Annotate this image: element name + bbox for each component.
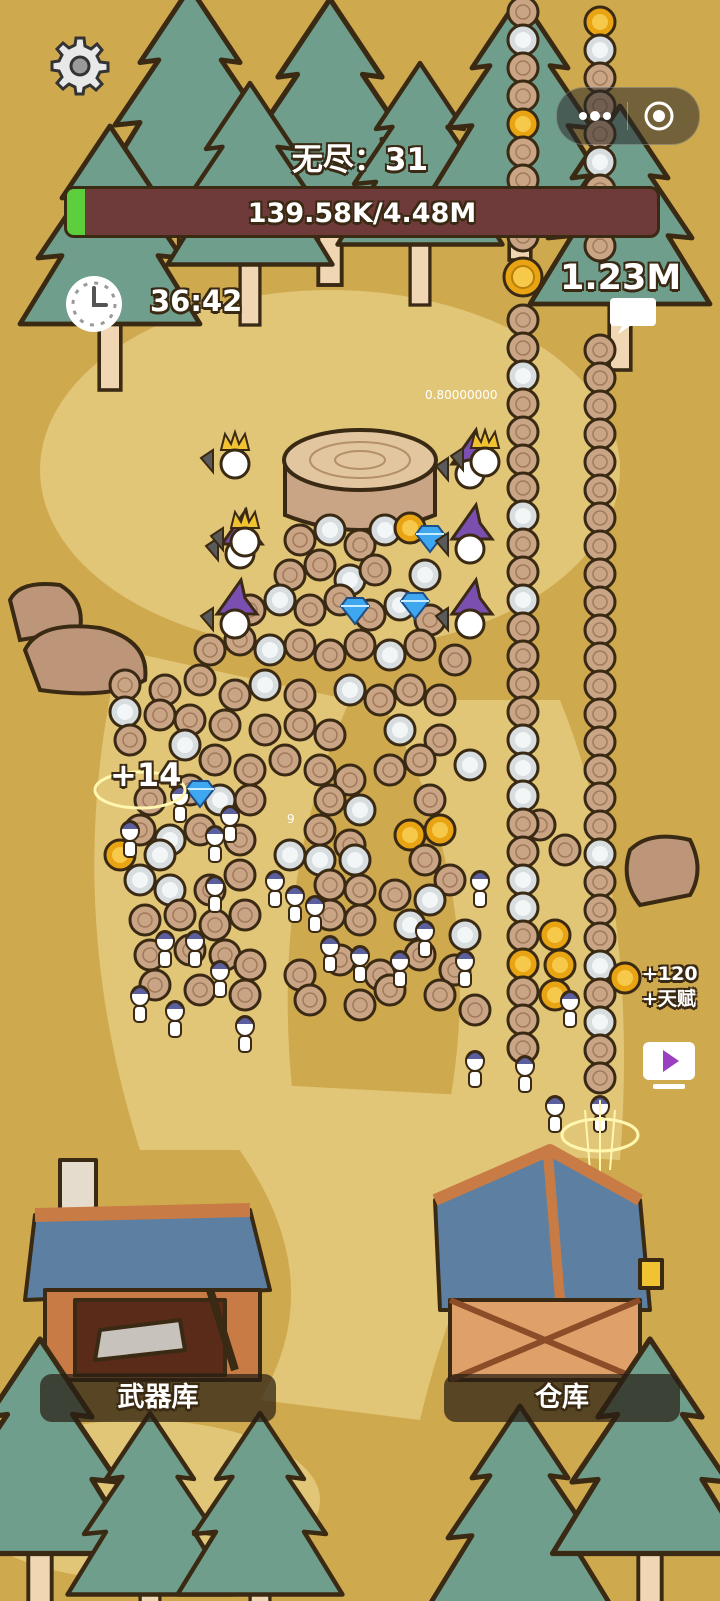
small-number-popup: 9 <box>287 812 295 826</box>
chat-bubble-icon[interactable] <box>608 296 658 336</box>
coin-balance: 1.23M <box>560 258 682 298</box>
play-video-icon[interactable] <box>641 1040 697 1092</box>
capsule-divider <box>627 102 628 130</box>
target-close-icon[interactable] <box>637 96 681 136</box>
armory-building <box>23 1158 272 1382</box>
game-scene: 无尽：31 139.58K/4.48M 36:42 1.23M 0.800000… <box>0 0 720 1601</box>
warehouse-button[interactable]: 仓库 <box>444 1374 680 1422</box>
coin-icon <box>502 256 544 298</box>
clock-icon <box>64 274 124 334</box>
level-title: 无尽：31 <box>291 142 429 178</box>
armory-button[interactable]: 武器库 <box>40 1374 276 1422</box>
reward-popup: +120 +天赋 <box>642 962 698 1012</box>
countdown-timer: 36:42 <box>150 284 243 318</box>
reward-amount: +120 <box>642 963 698 985</box>
forest-background <box>0 0 720 1601</box>
damage-popup: 0.80000000 <box>425 388 498 402</box>
boss-hp-bar: 139.58K/4.48M <box>64 186 660 238</box>
bonus-popup: +14 <box>110 756 182 794</box>
more-dots-icon[interactable] <box>573 104 617 128</box>
hp-bar-text: 139.58K/4.48M <box>247 198 477 229</box>
mini-program-capsule <box>556 87 700 145</box>
reward-talent: +天赋 <box>642 988 696 1010</box>
warehouse-building <box>432 1144 664 1383</box>
gear-icon[interactable] <box>50 36 110 96</box>
